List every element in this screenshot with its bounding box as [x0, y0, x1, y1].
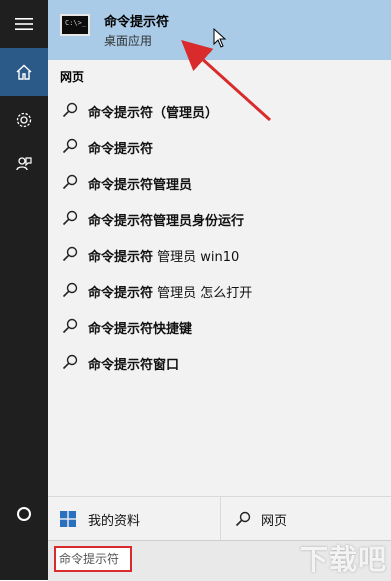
web-result-label: 命令提示符 管理员 怎么打开: [88, 286, 253, 301]
web-result-item[interactable]: 命令提示符 管理员 怎么打开: [48, 272, 391, 308]
settings-button[interactable]: [0, 96, 48, 144]
search-input[interactable]: 命令提示符: [54, 546, 132, 572]
web-result-label: 命令提示符管理员: [88, 178, 193, 193]
web-result-label: 命令提示符 管理员 win10: [88, 250, 240, 265]
cortana-button[interactable]: [0, 490, 48, 538]
feedback-icon: [16, 157, 32, 171]
search-icon: [62, 210, 78, 226]
search-icon: [62, 138, 78, 154]
web-result-item[interactable]: 命令提示符 管理员 win10: [48, 236, 391, 272]
watermark-text: 下载吧: [299, 543, 387, 576]
web-result-item[interactable]: 命令提示符（管理员）: [48, 92, 391, 128]
tab-my-stuff[interactable]: 我的资料: [48, 497, 220, 541]
web-result-item[interactable]: 命令提示符: [48, 128, 391, 164]
web-result-label: 命令提示符快捷键: [88, 322, 193, 337]
feedback-button[interactable]: [0, 140, 48, 188]
menu-button[interactable]: [0, 0, 48, 48]
web-result-label: 命令提示符窗口: [88, 358, 180, 373]
gear-icon: [16, 112, 32, 128]
left-rail: [0, 0, 48, 580]
web-result-label: 命令提示符管理员身份运行: [88, 214, 245, 229]
web-result-item[interactable]: 命令提示符窗口: [48, 344, 391, 380]
windows-logo-icon: [60, 511, 76, 527]
web-results-list: 命令提示符（管理员） 命令提示符 命令提示符管理员 命令提示符管理员身份运行 命…: [48, 92, 391, 380]
mouse-cursor-icon: [213, 28, 227, 48]
web-result-item[interactable]: 命令提示符管理员身份运行: [48, 200, 391, 236]
tab-web-label: 网页: [261, 514, 288, 529]
section-web-label: 网页: [60, 70, 85, 84]
web-result-item[interactable]: 命令提示符快捷键: [48, 308, 391, 344]
tab-my-stuff-label: 我的资料: [88, 514, 141, 529]
search-panel: C:\>_ 命令提示符 桌面应用 网页 命令提示符（管理员） 命令提示符 命令提…: [48, 0, 391, 581]
scope-tabs: 我的资料 网页: [48, 496, 391, 541]
search-icon: [62, 102, 78, 118]
web-result-label: 命令提示符: [88, 142, 154, 157]
search-icon: [62, 318, 78, 334]
home-icon: [16, 64, 32, 80]
home-button[interactable]: [0, 48, 48, 96]
tab-web[interactable]: 网页: [220, 497, 391, 541]
web-result-item[interactable]: 命令提示符管理员: [48, 164, 391, 200]
hamburger-icon: [15, 18, 33, 30]
search-icon: [62, 174, 78, 190]
web-result-label: 命令提示符（管理员）: [88, 106, 219, 121]
search-icon: [62, 282, 78, 298]
search-icon: [62, 246, 78, 262]
search-icon: [235, 511, 251, 527]
search-icon: [62, 354, 78, 370]
cortana-icon: [17, 507, 31, 521]
